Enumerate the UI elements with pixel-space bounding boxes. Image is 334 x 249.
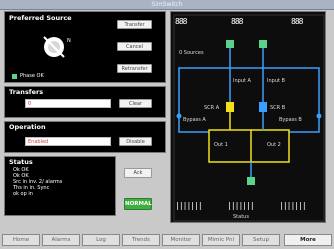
nav-trends-button[interactable]: Trends bbox=[122, 234, 160, 246]
top-readout-left: 888 bbox=[175, 17, 188, 26]
source-b-node[interactable] bbox=[259, 40, 267, 48]
scr-b-block[interactable] bbox=[259, 102, 267, 112]
status-title: Status bbox=[9, 158, 33, 166]
input-b-label: Input B bbox=[267, 78, 286, 84]
bypass-b-switch[interactable] bbox=[316, 113, 322, 119]
source-a-node[interactable] bbox=[226, 40, 234, 48]
top-readout-mid: 888 bbox=[231, 17, 244, 26]
phase-status-label: Phase OK bbox=[20, 73, 44, 79]
status-line: ok op in bbox=[13, 191, 33, 197]
out-2-label: Out 2 bbox=[267, 142, 281, 148]
source-symbol: N bbox=[67, 38, 71, 44]
nav-mimic-button[interactable]: Mimic Pnl bbox=[202, 234, 240, 246]
window-title: SimSwitch bbox=[151, 1, 183, 8]
normal-button[interactable]: NORMAL bbox=[124, 198, 152, 210]
output-bus-left bbox=[208, 112, 252, 163]
scr-a-label: SCR A bbox=[204, 105, 220, 111]
operation-panel: Operation Enabled Disable bbox=[4, 121, 166, 153]
nav-more-button[interactable]: More bbox=[284, 234, 332, 246]
nav-monitor-button[interactable]: Monitor bbox=[162, 234, 200, 246]
operation-state-field: Enabled bbox=[25, 137, 111, 146]
retransfer-button[interactable]: Retransfer bbox=[117, 64, 152, 73]
input-a-label: Input A bbox=[233, 78, 252, 84]
status-indicator-icon bbox=[12, 74, 17, 79]
load-node[interactable] bbox=[247, 177, 255, 185]
preferred-source-panel: Preferred Source N Transfer Cancel Retra… bbox=[4, 11, 166, 83]
disable-button[interactable]: Disable bbox=[119, 137, 152, 146]
scr-b-label: SCR B bbox=[270, 105, 286, 111]
status-panel: Status Ok OK Ok OK Src in inv. 2/ alarms… bbox=[4, 156, 116, 216]
transfers-panel: Transfers 0 Clear bbox=[4, 86, 166, 118]
transfers-title: Transfers bbox=[9, 88, 44, 96]
clear-transfers-button[interactable]: Clear bbox=[119, 99, 152, 108]
diagram-status-label: Status bbox=[233, 214, 249, 220]
bypass-a-label: Bypass A bbox=[183, 117, 206, 123]
preferred-source-title: Preferred Source bbox=[9, 14, 72, 22]
bar-group: ||||||| bbox=[227, 201, 254, 210]
top-readout-right: 888 bbox=[291, 17, 304, 26]
source-selector-knob[interactable]: N bbox=[31, 26, 77, 68]
nav-alarms-button[interactable]: Alarms bbox=[42, 234, 80, 246]
transfer-button[interactable]: Transfer bbox=[117, 20, 152, 29]
nav-setup-button[interactable]: Setup bbox=[242, 234, 280, 246]
bypass-b-label: Bypass B bbox=[279, 117, 302, 123]
scr-a-block[interactable] bbox=[226, 102, 234, 112]
bar-group: ||||||| bbox=[279, 201, 306, 210]
sources-label: 0 Sources bbox=[179, 50, 204, 56]
ack-button[interactable]: Ack bbox=[124, 168, 152, 178]
bar-group: ||||||| bbox=[175, 201, 202, 210]
out-1-label: Out 1 bbox=[214, 142, 228, 148]
nav-log-button[interactable]: Log bbox=[82, 234, 120, 246]
operation-title: Operation bbox=[9, 123, 46, 131]
nav-home-button[interactable]: Home bbox=[2, 234, 40, 246]
transfers-count-field: 0 bbox=[25, 99, 111, 108]
mimic-diagram: 888 888 888 0 Sources Input A Input B SC… bbox=[170, 11, 326, 223]
bypass-a-switch[interactable] bbox=[176, 113, 182, 119]
window-titlebar: SimSwitch bbox=[0, 0, 334, 10]
cancel-button[interactable]: Cancel bbox=[117, 42, 152, 51]
